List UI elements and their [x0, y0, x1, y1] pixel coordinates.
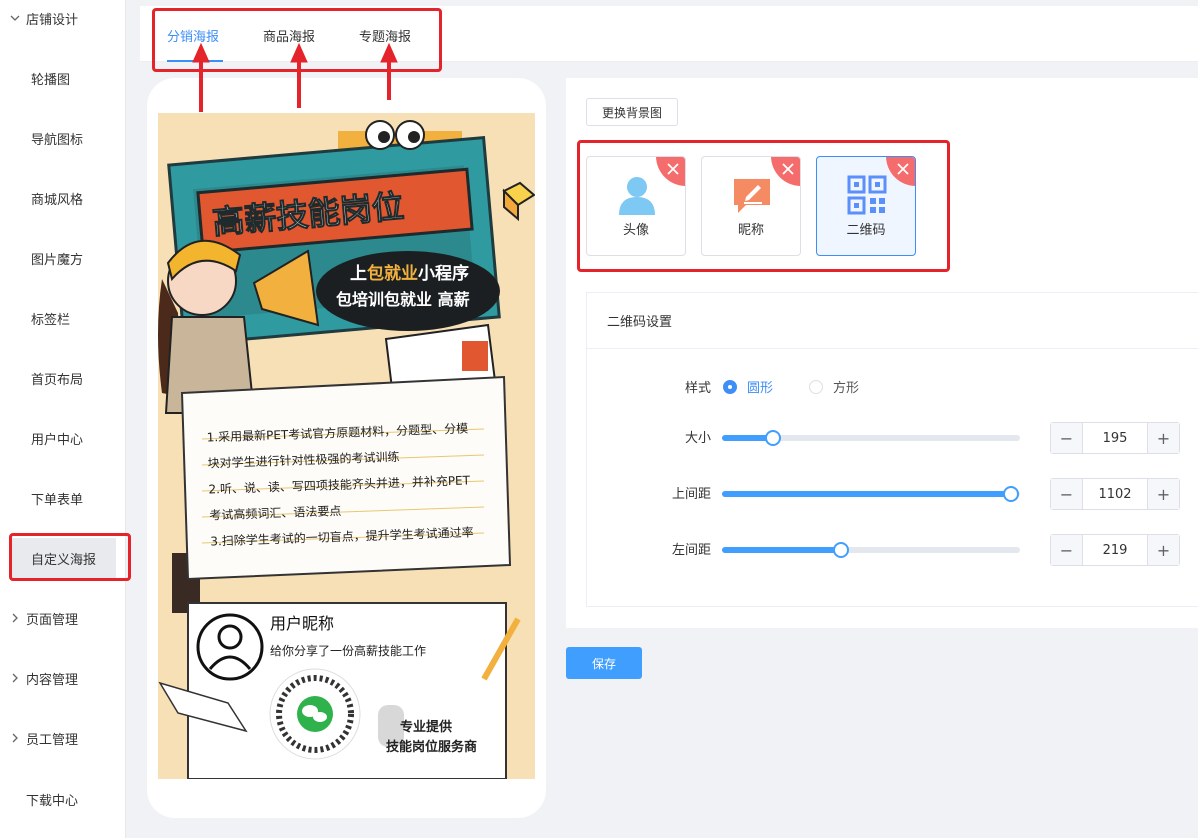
arrow-head-icon	[380, 42, 398, 63]
arrow-head-icon	[290, 42, 308, 63]
annotation-arrows	[192, 42, 398, 112]
arrow-head-icon	[192, 42, 210, 63]
app-root: 店铺设计 轮播图 导航图标 商城风格 图片魔方 标签栏 首页布局 用户中心 下单…	[0, 0, 1198, 838]
